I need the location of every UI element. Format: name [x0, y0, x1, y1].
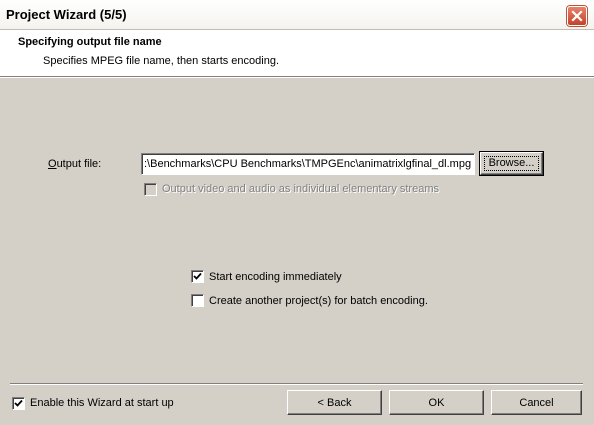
output-file-input[interactable]: :\Benchmarks\CPU Benchmarks\TMPGEnc\anim… [141, 153, 475, 175]
start-encoding-label: Start encoding immediately [209, 271, 342, 283]
ok-button-label: OK [428, 397, 445, 409]
enable-wizard-label: Enable this Wizard at start up [30, 397, 174, 409]
back-button[interactable]: < Back [287, 390, 382, 415]
project-wizard-window: Project Wizard (5/5) Specifying output f… [0, 0, 594, 425]
elementary-streams-checkbox[interactable] [144, 183, 157, 196]
window-title: Project Wizard (5/5) [6, 7, 127, 22]
checkmark-icon [14, 399, 23, 407]
header-divider [0, 77, 594, 78]
output-file-label-mnemonic: O [48, 158, 57, 170]
batch-encoding-label: Create another project(s) for batch enco… [209, 295, 428, 307]
header-title: Specifying output file name [18, 36, 162, 48]
elementary-streams-label: Output video and audio as individual ele… [162, 183, 439, 195]
checkmark-icon [193, 272, 202, 280]
start-encoding-checkbox[interactable] [191, 270, 204, 283]
cancel-button[interactable]: Cancel [491, 390, 582, 415]
footer-separator [10, 383, 583, 385]
focus-rect [484, 156, 539, 171]
title-bar: Project Wizard (5/5) [0, 0, 594, 30]
header-subtitle: Specifies MPEG file name, then starts en… [43, 55, 280, 67]
batch-encoding-checkbox[interactable] [191, 294, 204, 307]
output-file-label: Output file: [48, 158, 101, 170]
close-button[interactable] [567, 6, 587, 26]
output-file-label-rest: utput file: [56, 158, 102, 170]
browse-button[interactable]: Browse... [479, 151, 544, 176]
close-icon [571, 10, 583, 22]
cancel-button-label: Cancel [519, 397, 554, 409]
enable-wizard-checkbox[interactable] [12, 397, 25, 410]
wizard-header: Specifying output file name Specifies MP… [0, 30, 594, 77]
ok-button[interactable]: OK [389, 390, 484, 415]
back-button-label: < Back [317, 397, 352, 409]
